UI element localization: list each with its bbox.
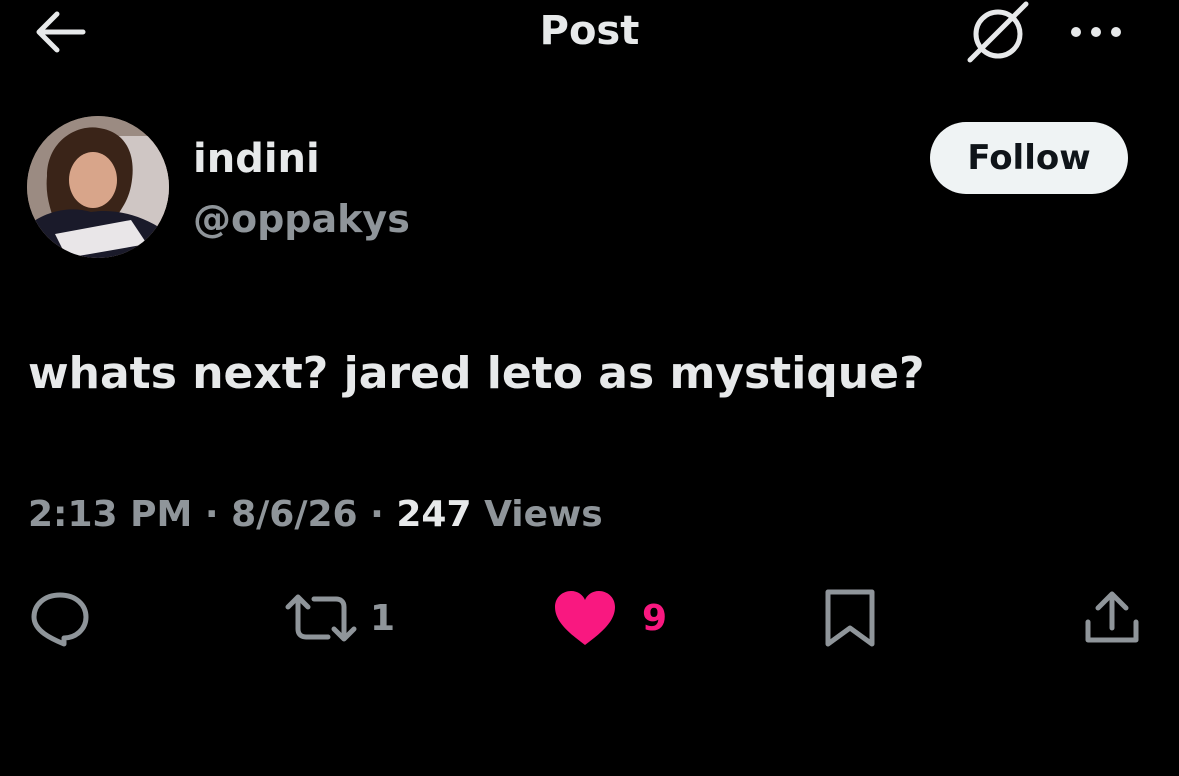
reply-icon bbox=[28, 589, 92, 647]
post-date[interactable]: 8/6/26 bbox=[231, 494, 358, 535]
post-text: whats next? jared leto as mystique? bbox=[28, 348, 925, 399]
heart-icon bbox=[552, 589, 618, 647]
author-handle[interactable]: @oppakys bbox=[193, 194, 410, 244]
top-bar: Post bbox=[0, 0, 1179, 70]
avatar[interactable] bbox=[27, 116, 169, 258]
views-label: Views bbox=[484, 494, 603, 535]
views-count: 247 bbox=[396, 494, 472, 535]
grok-button[interactable] bbox=[962, 0, 1036, 64]
share-icon bbox=[1082, 588, 1142, 648]
reply-button[interactable] bbox=[28, 586, 104, 650]
post-metadata: 2:13 PM · 8/6/26 · 247 Views bbox=[28, 490, 603, 540]
repost-count: 1 bbox=[370, 597, 396, 639]
bookmark-icon bbox=[820, 588, 880, 648]
post-time[interactable]: 2:13 PM bbox=[28, 494, 192, 535]
repost-button[interactable]: 1 bbox=[284, 586, 395, 650]
share-button[interactable] bbox=[1082, 586, 1142, 650]
bookmark-button[interactable] bbox=[820, 586, 880, 650]
ellipsis-icon bbox=[1066, 24, 1126, 40]
grok-icon bbox=[964, 0, 1034, 64]
repost-icon bbox=[284, 591, 358, 645]
like-count: 9 bbox=[642, 597, 668, 639]
more-options-button[interactable] bbox=[1064, 10, 1128, 54]
like-button[interactable]: 9 bbox=[552, 586, 667, 650]
author-display-name[interactable]: indini bbox=[193, 134, 320, 184]
separator: · bbox=[204, 494, 219, 535]
follow-button[interactable]: Follow bbox=[930, 122, 1128, 194]
separator: · bbox=[370, 494, 384, 535]
